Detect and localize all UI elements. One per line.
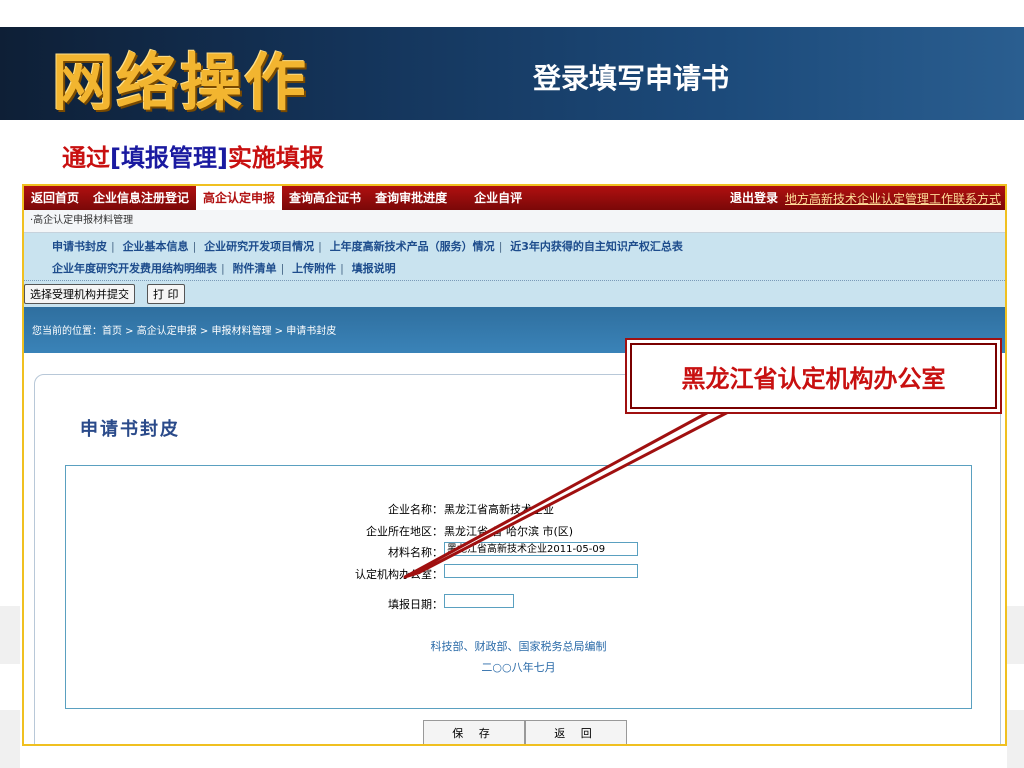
- submenu-rd-projects[interactable]: 企业研究开发项目情况: [204, 240, 314, 253]
- region-value: 黑龙江省 省 哈尔滨 市(区): [444, 525, 574, 538]
- material-name-input[interactable]: 黑龙江省高新技术企业2011-05-09: [444, 542, 638, 556]
- nav-self-evaluation[interactable]: 企业自评: [454, 186, 529, 210]
- print-button[interactable]: 打 印: [147, 284, 185, 304]
- credit-date: 二○○八年七月: [481, 661, 556, 674]
- submenu-ip-summary[interactable]: 近3年内获得的自主知识产权汇总表: [510, 240, 683, 253]
- submenu-separator: |: [340, 262, 344, 275]
- submenu-separator: |: [280, 262, 285, 275]
- submenu-row: 企业年度研究开发费用结构明细表 | 附件清单 | 上传附件 | 填报说明: [52, 258, 1005, 280]
- office-label: 认定机构办公室：: [355, 568, 443, 581]
- form-row-material: 材料名称： 黑龙江省高新技术企业2011-05-09: [66, 541, 971, 561]
- submit-to-agency-button[interactable]: 选择受理机构并提交: [24, 284, 135, 304]
- submenu-rd-costs[interactable]: 企业年度研究开发费用结构明细表: [52, 262, 217, 275]
- submenu-cover[interactable]: 申请书封皮: [52, 240, 107, 253]
- section-breadcrumb: ·高企认定申报材料管理: [24, 210, 1005, 233]
- decorative-tile: [0, 606, 20, 664]
- submenu-instructions[interactable]: 填报说明: [352, 262, 396, 275]
- form-row-office: 认定机构办公室：: [66, 563, 971, 583]
- cover-form: 企业名称： 黑龙江省高新技术企业 企业所在地区： 黑龙江省 省 哈尔滨 市(区)…: [65, 465, 972, 709]
- decorative-tile: [1007, 710, 1024, 768]
- annotation-callout: 黑龙江省认定机构办公室: [630, 343, 997, 409]
- material-submenu: 申请书封皮 | 企业基本信息 | 企业研究开发项目情况 | 上年度高新技术产品（服务）…: [24, 233, 1005, 280]
- website-frame: 返回首页 企业信息注册登记 高企认定申报 查询高企证书 查询审批进度 企业自评 …: [22, 184, 1007, 746]
- submenu-products[interactable]: 上年度高新技术产品（服务）情况: [330, 240, 495, 253]
- submenu-separator: |: [192, 240, 197, 253]
- date-input[interactable]: [444, 594, 514, 608]
- submenu-separator: |: [318, 240, 322, 253]
- nav-query-certificate[interactable]: 查询高企证书: [282, 186, 368, 210]
- nav-company-register[interactable]: 企业信息注册登记: [86, 186, 196, 210]
- office-input[interactable]: [444, 564, 638, 578]
- submenu-separator: |: [221, 262, 225, 275]
- action-row: 选择受理机构并提交 打 印: [24, 280, 1005, 307]
- material-label: 材料名称：: [388, 546, 443, 559]
- caption-suffix: 实施填报: [227, 144, 324, 172]
- credit-line: 科技部、财政部、国家税务总局编制: [430, 640, 607, 653]
- caption-prefix: 通过: [62, 144, 110, 172]
- form-row-company: 企业名称： 黑龙江省高新技术企业: [66, 498, 971, 518]
- submenu-separator: |: [498, 240, 503, 253]
- nav-home[interactable]: 返回首页: [24, 186, 86, 210]
- nav-logout[interactable]: 退出登录: [723, 186, 785, 210]
- submenu-basic-info[interactable]: 企业基本信息: [123, 240, 189, 253]
- submenu-row: 申请书封皮 | 企业基本信息 | 企业研究开发项目情况 | 上年度高新技术产品（服务）…: [52, 236, 1005, 258]
- form-buttons: 保 存 返 回: [423, 720, 627, 744]
- nav-contact-link[interactable]: 地方高新技术企业认定管理工作联系方式: [785, 190, 1005, 207]
- page-title: 申请书封皮: [80, 419, 180, 440]
- slide-title: 网络操作: [52, 46, 309, 119]
- slide-subtitle: 登录填写申请书: [533, 62, 730, 95]
- date-label: 填报日期：: [388, 598, 443, 611]
- company-name-label: 企业名称：: [388, 503, 443, 516]
- company-name-value: 黑龙江省高新技术企业: [444, 503, 554, 516]
- decorative-tile: [1007, 606, 1024, 664]
- form-row-region: 企业所在地区： 黑龙江省 省 哈尔滨 市(区): [66, 520, 971, 540]
- submenu-attachment-list[interactable]: 附件清单: [233, 262, 277, 275]
- top-nav: 返回首页 企业信息注册登记 高企认定申报 查询高企证书 查询审批进度 企业自评 …: [24, 186, 1005, 210]
- back-button[interactable]: 返 回: [525, 720, 627, 744]
- decorative-tile: [0, 710, 20, 768]
- nav-query-progress[interactable]: 查询审批进度: [368, 186, 454, 210]
- content-panel: 申请书封皮 企业名称： 黑龙江省高新技术企业 企业所在地区： 黑龙江省 省 哈尔…: [34, 374, 1001, 744]
- save-button[interactable]: 保 存: [423, 720, 525, 744]
- submenu-upload[interactable]: 上传附件: [292, 262, 336, 275]
- caption-bracket: [填报管理]: [110, 144, 228, 172]
- section-caption: 通过[填报管理]实施填报: [62, 138, 324, 173]
- submenu-separator: |: [111, 240, 115, 253]
- nav-hightech-apply[interactable]: 高企认定申报: [196, 186, 283, 210]
- form-row-date: 填报日期：: [66, 593, 971, 613]
- slide-header: 网络操作 登录填写申请书: [0, 27, 1024, 120]
- region-label: 企业所在地区：: [366, 525, 443, 538]
